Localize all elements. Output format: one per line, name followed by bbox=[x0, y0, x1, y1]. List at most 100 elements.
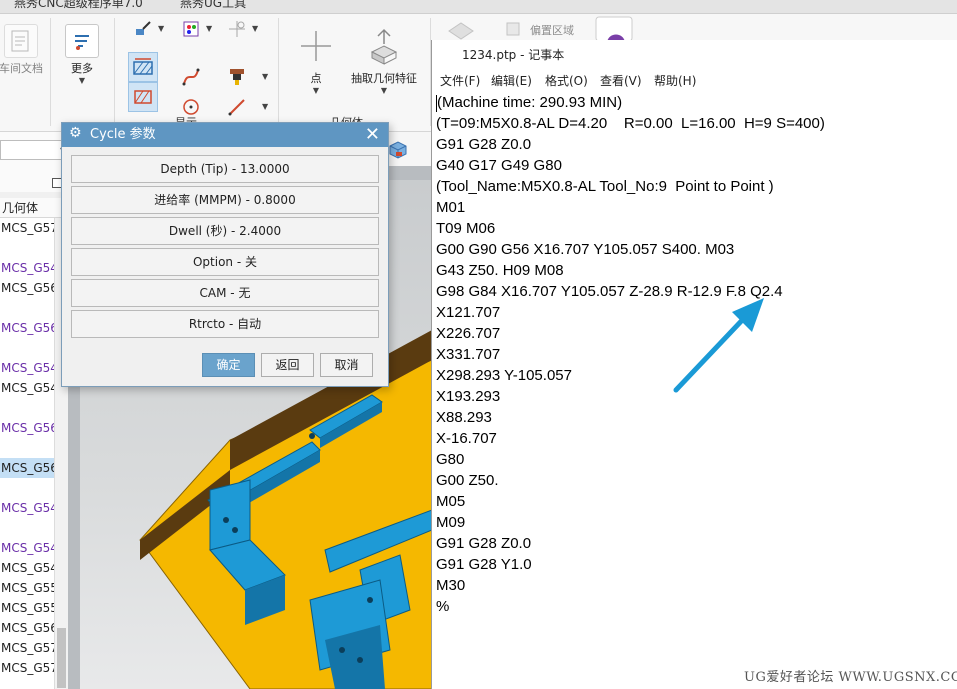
more-dropdown-icon: ▼ bbox=[78, 76, 86, 85]
navigator-item[interactable]: MCS_G57 bbox=[0, 638, 54, 658]
point-button[interactable]: 点 ▼ bbox=[296, 24, 336, 95]
navigator-item[interactable]: MCS_G54 bbox=[0, 498, 54, 518]
close-icon[interactable]: ✕ bbox=[365, 123, 380, 147]
navigator-item[interactable]: MCS_G54 bbox=[0, 258, 54, 278]
drill-tool-icon[interactable] bbox=[226, 66, 248, 88]
code-line: % bbox=[436, 598, 450, 615]
cancel-button[interactable]: 取消 bbox=[320, 353, 373, 377]
rtrcto-button[interactable]: Rtrcto - 自动 bbox=[71, 310, 379, 338]
view-cube-icon[interactable] bbox=[386, 138, 410, 160]
code-line: G43 Z50. H09 M08 bbox=[436, 262, 564, 279]
code-line-text: (Machine time: 290.93 MIN) bbox=[437, 94, 623, 111]
code-line: (T=09:M5X0.8-AL D=4.20 R=0.00 L=16.00 H=… bbox=[436, 115, 825, 132]
cycle-parameters-dialog: Cycle 参数 ⚙ ✕ Depth (Tip) - 13.0000 进给率 (… bbox=[61, 122, 389, 387]
navigator-item[interactable] bbox=[0, 338, 54, 358]
line-icon[interactable] bbox=[226, 96, 248, 118]
cam-button[interactable]: CAM - 无 bbox=[71, 279, 379, 307]
code-line: G00 Z50. bbox=[436, 472, 499, 489]
option-button[interactable]: Option - 关 bbox=[71, 248, 379, 276]
axis-cross-icon[interactable] bbox=[226, 18, 248, 40]
feed-rate-button[interactable]: 进给率 (MMPM) - 0.8000 bbox=[71, 186, 379, 214]
line-dropdown-icon[interactable]: ▼ bbox=[262, 102, 268, 111]
purple-shape-icon[interactable] bbox=[594, 16, 634, 42]
region-icon[interactable] bbox=[504, 18, 524, 38]
menu-view[interactable]: 查看(V) bbox=[600, 72, 642, 89]
brush-dropdown-icon[interactable]: ▼ bbox=[158, 24, 164, 33]
navigator-item[interactable]: MCS_G56 bbox=[0, 418, 54, 438]
drill-dropdown-icon[interactable]: ▼ bbox=[262, 72, 268, 81]
point-dropdown-icon: ▼ bbox=[312, 86, 320, 95]
tab-cnc-program[interactable]: 燕秀CNC超级程序单7.0 bbox=[14, 0, 143, 11]
navigator-item[interactable]: MCS_G54 bbox=[0, 378, 54, 398]
code-line: M05 bbox=[436, 493, 466, 510]
brush-icon[interactable] bbox=[132, 18, 154, 40]
code-line: (Machine time: 290.93 MIN) bbox=[436, 92, 956, 113]
code-line: T09 M06 bbox=[436, 220, 496, 237]
code-line: (Tool_Name:M5X0.8-AL Tool_No:9 Point to … bbox=[436, 178, 774, 195]
code-line: M30 bbox=[436, 577, 466, 594]
plus-icon bbox=[299, 24, 333, 68]
notepad-menubar: 文件(F) 编辑(E) 格式(O) 查看(V) 帮助(H) bbox=[432, 70, 957, 90]
operation-navigator-list: MCS_G57 MCS_G54 MCS_G56 MCS_G56 MCS_G54 MCS_G… bbox=[0, 218, 54, 689]
dwell-button[interactable]: Dwell (秒) - 2.4000 bbox=[71, 217, 379, 245]
ok-button[interactable]: 确定 bbox=[202, 353, 255, 377]
menu-format[interactable]: 格式(O) bbox=[545, 72, 588, 89]
code-line: G91 G28 Y1.0 bbox=[436, 556, 532, 573]
navigator-item[interactable]: MCS_G56 bbox=[0, 318, 54, 338]
hatch-section-icon[interactable] bbox=[128, 82, 158, 112]
notepad-title: 1234.ptp - 记事本 bbox=[432, 40, 957, 70]
menu-help[interactable]: 帮助(H) bbox=[654, 72, 696, 89]
code-line: G40 G17 G49 G80 bbox=[436, 157, 562, 174]
extract-geometry-button[interactable]: 抽取几何特征 ▼ bbox=[348, 24, 420, 95]
menu-file[interactable]: 文件(F) bbox=[440, 72, 480, 89]
navigator-filter-field[interactable] bbox=[0, 140, 62, 160]
gear-icon: ⚙ bbox=[69, 125, 82, 141]
tab-ug-tools[interactable]: 燕秀UG工具 bbox=[180, 0, 246, 11]
navigator-item[interactable] bbox=[0, 478, 54, 498]
code-line: M09 bbox=[436, 514, 466, 531]
navigator-item[interactable]: MCS_G54 bbox=[0, 538, 54, 558]
shop-doc-button[interactable]: 车间文档 bbox=[0, 24, 43, 76]
extract-dropdown-icon: ▼ bbox=[380, 86, 388, 95]
navigator-item[interactable] bbox=[0, 398, 54, 418]
navigator-item[interactable]: MCS_G56 bbox=[0, 458, 54, 478]
shop-doc-label: 车间文档 bbox=[0, 62, 43, 75]
axis-dropdown-icon[interactable]: ▼ bbox=[252, 24, 258, 33]
navigator-item[interactable]: MCS_G55 bbox=[0, 578, 54, 598]
code-line: G00 G90 G56 X16.707 Y105.057 S400. M03 bbox=[436, 241, 735, 258]
annotation-arrow-icon bbox=[673, 298, 764, 393]
spline-icon[interactable] bbox=[180, 66, 202, 88]
forum-watermark: UG爱好者论坛 WWW.UGSNX.COM bbox=[744, 670, 957, 685]
shop-doc-icon bbox=[4, 24, 38, 58]
navigator-item[interactable]: MCS_G56 bbox=[0, 618, 54, 638]
top-tab-strip: 燕秀CNC超级程序单7.0 燕秀UG工具 bbox=[0, 0, 957, 14]
navigator-item[interactable]: MCS_G56 bbox=[0, 278, 54, 298]
more-icon bbox=[65, 24, 99, 58]
navigator-item[interactable]: MCS_G57 bbox=[0, 658, 54, 678]
back-button[interactable]: 返回 bbox=[261, 353, 314, 377]
code-line: X-16.707 bbox=[436, 430, 497, 447]
extract-icon bbox=[364, 24, 404, 68]
more-button[interactable]: 更多 ▼ bbox=[62, 24, 102, 85]
extract-label: 抽取几何特征 bbox=[351, 72, 417, 85]
navigator-item[interactable]: MCS_G54 bbox=[0, 358, 54, 378]
hatch-display-icon[interactable] bbox=[128, 52, 158, 82]
code-line: G91 G28 Z0.0 bbox=[436, 535, 532, 552]
navigator-item[interactable] bbox=[0, 518, 54, 538]
navigator-scroll-thumb[interactable] bbox=[57, 628, 66, 688]
color-palette-icon[interactable] bbox=[180, 18, 202, 40]
face-icon[interactable] bbox=[446, 16, 476, 42]
menu-edit[interactable]: 编辑(E) bbox=[491, 72, 532, 89]
navigator-item[interactable]: MCS_G57 bbox=[0, 218, 54, 238]
navigator-item[interactable] bbox=[0, 298, 54, 318]
point-label: 点 bbox=[310, 72, 322, 85]
navigator-item[interactable] bbox=[0, 238, 54, 258]
more-label: 更多 bbox=[71, 62, 93, 75]
code-line: G80 bbox=[436, 451, 465, 468]
dialog-title: Cycle 参数 bbox=[62, 123, 388, 147]
palette-dropdown-icon[interactable]: ▼ bbox=[206, 24, 212, 33]
depth-tip-button[interactable]: Depth (Tip) - 13.0000 bbox=[71, 155, 379, 183]
navigator-item[interactable]: MCS_G55 bbox=[0, 598, 54, 618]
navigator-item[interactable]: MCS_G54 bbox=[0, 558, 54, 578]
navigator-item[interactable] bbox=[0, 438, 54, 458]
